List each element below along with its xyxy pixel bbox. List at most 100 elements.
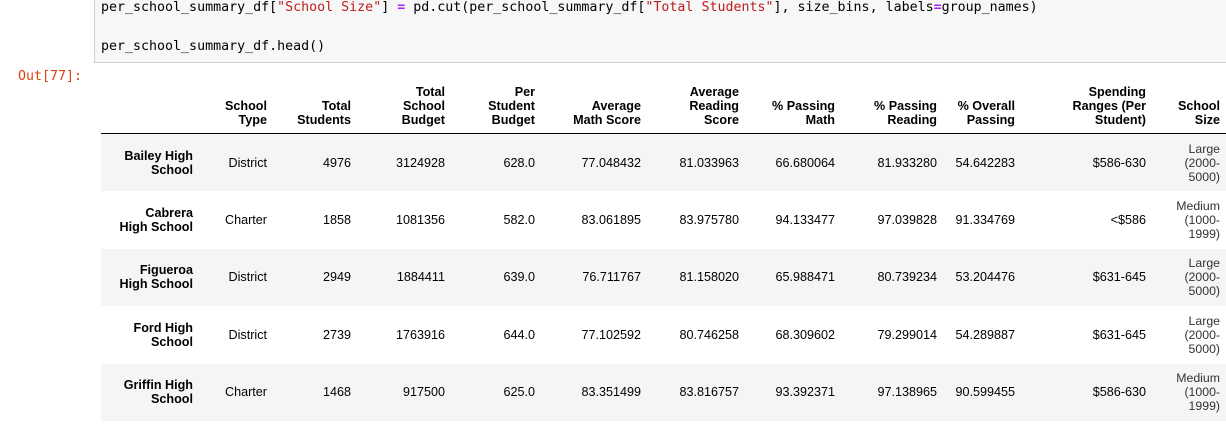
cell-total-school-budget: 1081356 xyxy=(395,212,445,227)
text-line: Bailey High xyxy=(124,148,193,163)
cell-average-math-score: 83.061895 xyxy=(581,212,641,227)
index-header xyxy=(101,70,199,134)
column-header-per-student-budget: Per Student Budget xyxy=(451,70,541,134)
code-input-cell[interactable]: per_school_summary_df["School Size"] = p… xyxy=(94,0,1226,63)
cell-passing-math: 68.309602 xyxy=(775,327,835,342)
column-header-total-school-budget: Total School Budget xyxy=(357,70,451,134)
cell-total-students: 2949 xyxy=(322,270,351,285)
text-line: % Passing xyxy=(772,99,835,113)
text-line: Reading xyxy=(887,113,937,127)
row-index-label: Griffin High School xyxy=(101,364,199,422)
cell-average-reading-score: 81.158020 xyxy=(679,270,739,285)
text-line: School xyxy=(225,99,267,113)
cell-average-math-score: 76.711767 xyxy=(582,270,641,285)
column-header-average-math-score: Average Math Score xyxy=(541,70,647,134)
cell-school-size: Large (2000- 5000) xyxy=(1152,306,1226,364)
cell-passing-math: 93.392371 xyxy=(775,385,835,400)
text-line: (2000- xyxy=(1184,270,1220,285)
column-header-average-reading-score: Average Reading Score xyxy=(647,70,745,134)
text-line: % Passing xyxy=(874,99,937,113)
table-row: Figueroa High School District 2949 1884411 63… xyxy=(101,248,1226,307)
cell-school-type: Charter xyxy=(225,212,267,227)
text-line: Griffin High xyxy=(123,378,193,393)
table-row: Ford High School District 2739 1763916 644.0 7… xyxy=(101,306,1226,364)
text-line: Ford High xyxy=(133,320,193,335)
cell-passing-math: 66.680064 xyxy=(775,155,835,170)
cell-total-school-budget: 3124928 xyxy=(395,155,445,170)
cell-overall-passing: 54.642283 xyxy=(955,155,1015,170)
column-header-overall-passing: % Overall Passing xyxy=(943,70,1021,134)
text-line: Large xyxy=(1188,256,1220,271)
cell-spending-ranges-per-student: $586-630 xyxy=(1092,385,1146,400)
text-line: Math Score xyxy=(573,113,641,127)
cell-school-size: Medium (1000- 1999) xyxy=(1152,191,1226,249)
text-line: Score xyxy=(703,113,739,127)
cell-average-math-score: 77.102592 xyxy=(581,327,641,342)
text-line: School xyxy=(151,392,193,407)
cell-overall-passing: 91.334769 xyxy=(955,212,1015,227)
row-index-label: Ford High School xyxy=(101,306,199,364)
cell-total-school-budget: 1763916 xyxy=(395,327,445,342)
text-line: Medium xyxy=(1176,371,1220,386)
cell-average-reading-score: 80.746258 xyxy=(679,327,739,342)
dataframe-output: School Type Total Students Total School Budget… xyxy=(101,70,1226,421)
text-line: School xyxy=(403,99,445,113)
cell-total-students: 4976 xyxy=(322,155,351,170)
table-row: Cabrera High School Charter 1858 1081356 582.… xyxy=(101,191,1226,249)
cell-passing-reading: 97.039828 xyxy=(877,212,937,227)
text-line: 1999) xyxy=(1188,226,1220,241)
cell-spending-ranges-per-student: $631-645 xyxy=(1092,270,1146,285)
column-header-passing-reading: % Passing Reading xyxy=(841,70,943,134)
text-line: Math xyxy=(805,113,835,127)
text-line: 5000) xyxy=(1188,169,1220,184)
cell-passing-reading: 80.739234 xyxy=(877,270,937,285)
cell-school-size: Large (2000- 5000) xyxy=(1152,134,1226,192)
text-line: Large xyxy=(1188,313,1220,328)
text-line: Spending xyxy=(1088,85,1146,99)
cell-total-school-budget: 917500 xyxy=(402,385,445,400)
text-line: Size xyxy=(1194,113,1220,127)
text-line: 5000) xyxy=(1188,341,1220,356)
text-line: (2000- xyxy=(1184,155,1220,170)
column-header-school-type: School Type xyxy=(199,70,273,134)
cell-passing-reading: 81.933280 xyxy=(877,155,937,170)
cell-passing-reading: 97.138965 xyxy=(877,385,937,400)
text-line: Medium xyxy=(1176,198,1220,213)
cell-school-size: Large (2000- 5000) xyxy=(1152,249,1226,307)
cell-school-size: Medium (1000- 1999) xyxy=(1152,364,1226,422)
cell-total-students: 2739 xyxy=(322,327,351,342)
cell-overall-passing: 90.599455 xyxy=(955,385,1015,400)
cell-total-students: 1858 xyxy=(322,212,351,227)
dataframe-table: School Type Total Students Total School Budget… xyxy=(101,70,1226,421)
text-line: Total xyxy=(321,99,351,113)
header-row: School Type Total Students Total School Budget… xyxy=(101,70,1226,134)
text-line: School xyxy=(151,162,193,177)
cell-average-reading-score: 81.033963 xyxy=(679,155,739,170)
column-header-total-students: Total Students xyxy=(273,70,357,134)
cell-per-student-budget: 625.0 xyxy=(503,385,535,400)
text-line: Per xyxy=(514,85,535,99)
cell-passing-math: 94.133477 xyxy=(775,212,835,227)
text-line: High School xyxy=(119,277,193,292)
text-line: School xyxy=(151,334,193,349)
text-line: (2000- xyxy=(1184,327,1220,342)
row-index-label: Cabrera High School xyxy=(101,191,199,249)
code-line-2: per_school_summary_df.head() xyxy=(101,39,326,54)
cell-passing-math: 65.988471 xyxy=(775,270,835,285)
text-line: (1000- xyxy=(1184,212,1220,227)
text-line: Reading xyxy=(689,99,739,113)
cell-school-type: District xyxy=(228,270,267,285)
text-line: Total xyxy=(415,85,445,99)
cell-per-student-budget: 639.0 xyxy=(503,270,535,285)
text-line: Passing xyxy=(966,113,1015,127)
cell-spending-ranges-per-student: <$586 xyxy=(1110,212,1146,227)
text-line: Budget xyxy=(491,113,535,127)
text-line: Budget xyxy=(401,113,445,127)
cell-spending-ranges-per-student: $631-645 xyxy=(1092,327,1146,342)
table-row: Griffin High School Charter 1468 917500 625.0… xyxy=(101,363,1226,422)
table-body: Bailey High School District 4976 3124928 628.… xyxy=(101,133,1226,422)
cell-total-school-budget: 1884411 xyxy=(396,270,445,285)
text-line: % Overall xyxy=(957,99,1015,113)
cell-average-reading-score: 83.816757 xyxy=(679,385,739,400)
cell-school-type: Charter xyxy=(225,385,267,400)
